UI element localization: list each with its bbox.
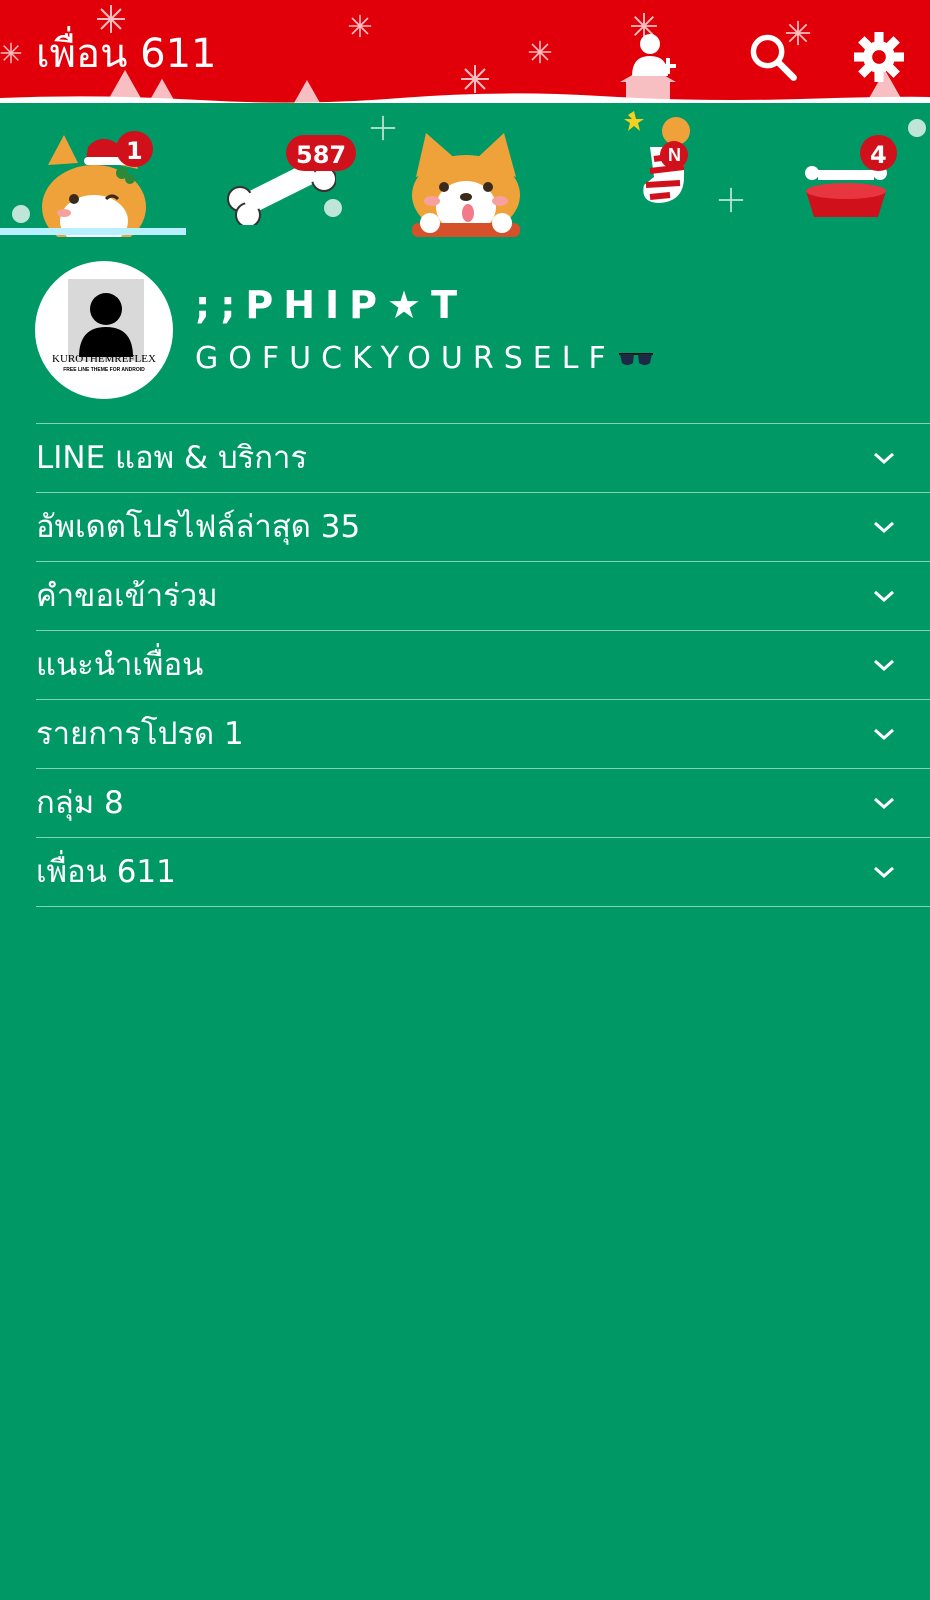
section-label: เพื่อน 611 xyxy=(36,854,176,890)
section-row-join-requests[interactable]: คำขอเข้าร่วม xyxy=(36,561,930,630)
corgi-face-icon xyxy=(412,133,520,237)
chevron-down-icon xyxy=(874,866,894,879)
stocking-icon: N xyxy=(624,111,690,203)
snow-ground-decoration xyxy=(0,93,930,103)
snowflake-decoration-icon xyxy=(528,40,552,64)
chevron-down-icon xyxy=(874,521,894,534)
tab-news[interactable]: N xyxy=(558,103,744,237)
snowball-decoration-icon xyxy=(324,199,342,217)
avatar-watermark-sub: FREE LINE THEME FOR ANDROID xyxy=(63,367,145,373)
tab-badge: 4 xyxy=(860,135,897,171)
header-bar: เพื่อน 611 xyxy=(0,0,930,103)
chevron-down-icon xyxy=(874,797,894,810)
friends-section-list: LINE แอพ & บริการ อัพเดตโปรไฟล์ล่าสุด 35… xyxy=(36,423,930,907)
tab-active-indicator xyxy=(0,228,186,235)
tab-badge: 587 xyxy=(286,135,357,171)
sparkle-decoration-icon xyxy=(370,115,396,141)
sunglasses-icon xyxy=(618,352,653,365)
search-icon[interactable] xyxy=(748,32,798,82)
snowball-decoration-icon xyxy=(908,119,926,137)
section-row-recommended-friends[interactable]: แนะนำเพื่อน xyxy=(36,630,930,699)
snowflake-decoration-icon xyxy=(461,65,489,93)
section-label: รายการโปรด 1 xyxy=(36,716,244,752)
chevron-down-icon xyxy=(874,590,894,603)
svg-text:N: N xyxy=(668,145,681,165)
avatar-watermark: KUROTHEMREFLEX xyxy=(52,353,156,365)
add-friend-icon[interactable] xyxy=(630,30,680,80)
tab-badge: 1 xyxy=(116,131,153,167)
chevron-down-icon xyxy=(874,659,894,672)
silhouette-avatar-icon xyxy=(68,279,144,361)
section-label: กลุ่ม 8 xyxy=(36,785,124,821)
chevron-down-icon xyxy=(874,728,894,741)
section-row-groups[interactable]: กลุ่ม 8 xyxy=(36,768,930,837)
snowball-decoration-icon xyxy=(12,205,30,223)
snowflake-decoration-icon xyxy=(0,42,22,64)
profile-status: GOFUCKYOURSELF xyxy=(195,339,654,379)
sparkle-decoration-icon xyxy=(718,187,744,213)
section-label: อัพเดตโปรไฟล์ล่าสุด 35 xyxy=(36,509,361,545)
section-row-favorites[interactable]: รายการโปรด 1 xyxy=(36,699,930,768)
profile-name: ;;PHIP★T xyxy=(195,283,468,327)
tab-more[interactable]: 4 xyxy=(744,103,930,237)
avatar[interactable]: KUROTHEMREFLEX FREE LINE THEME FOR ANDRO… xyxy=(35,261,173,399)
profile-status-text: GOFUCKYOURSELF xyxy=(195,341,616,376)
section-row-line-apps[interactable]: LINE แอพ & บริการ xyxy=(36,423,930,492)
chevron-down-icon xyxy=(874,452,894,465)
section-label: คำขอเข้าร่วม xyxy=(36,578,218,614)
snowflake-decoration-icon xyxy=(348,14,372,38)
section-row-profile-updates[interactable]: อัพเดตโปรไฟล์ล่าสุด 35 xyxy=(36,492,930,561)
page-title: เพื่อน 611 xyxy=(36,31,217,77)
tab-bar: 1 587 N 4 xyxy=(0,103,930,237)
gear-icon[interactable] xyxy=(854,32,904,82)
tab-chats[interactable]: 587 xyxy=(186,103,372,237)
section-row-friends[interactable]: เพื่อน 611 xyxy=(36,837,930,907)
section-label: แนะนำเพื่อน xyxy=(36,647,204,683)
my-profile-row[interactable]: KUROTHEMREFLEX FREE LINE THEME FOR ANDRO… xyxy=(0,237,930,423)
section-label: LINE แอพ & บริการ xyxy=(36,440,308,476)
tab-timeline[interactable] xyxy=(372,103,558,237)
